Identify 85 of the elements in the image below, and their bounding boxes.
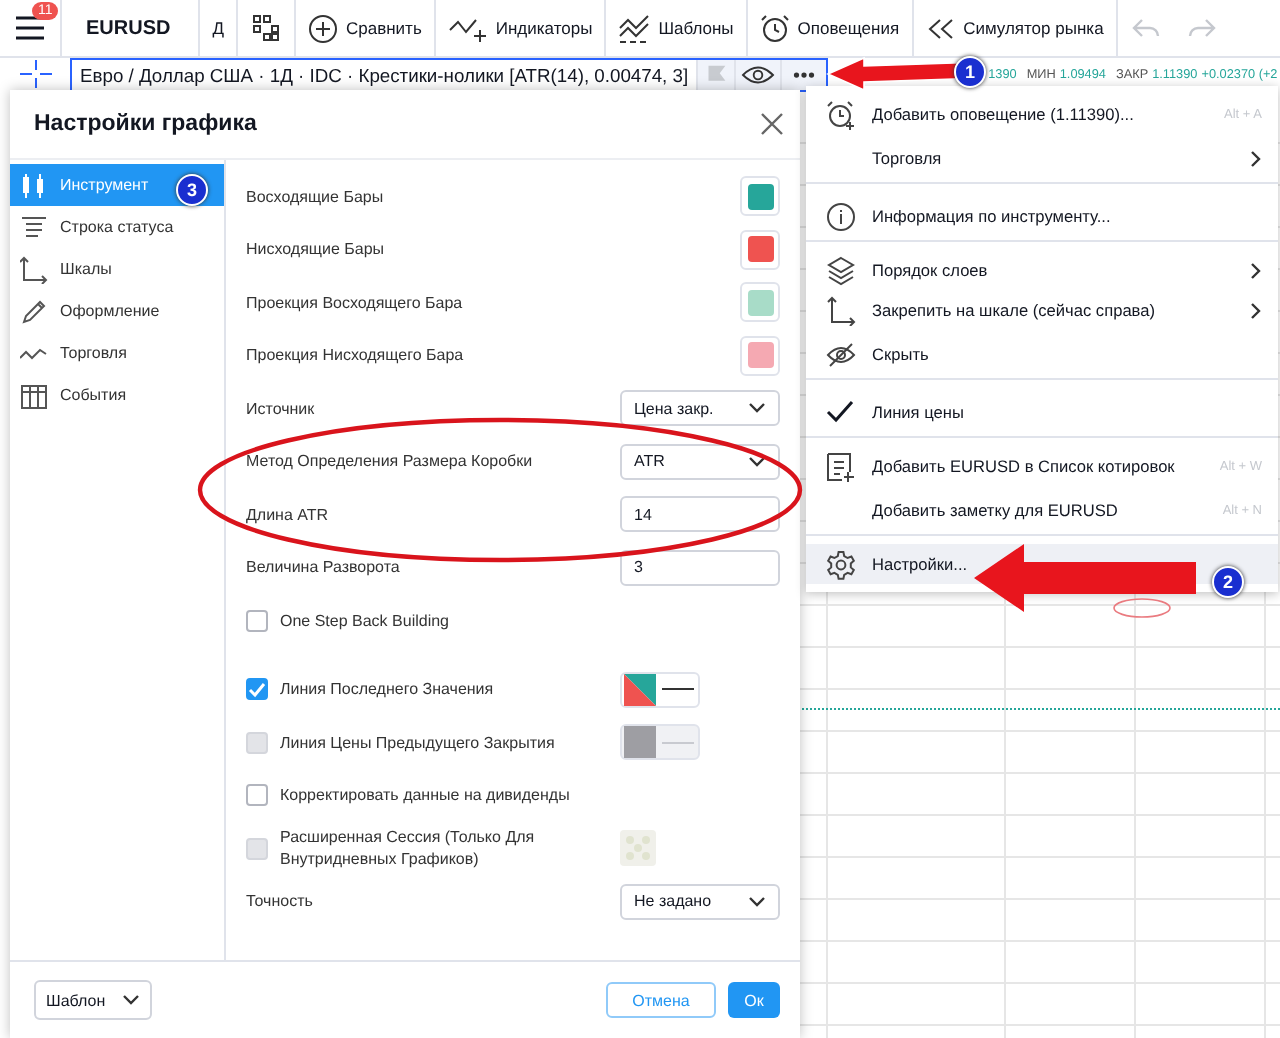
more-icon[interactable] [780,59,827,89]
interval-button[interactable]: Д [200,18,236,38]
color-swatch[interactable] [740,335,780,376]
lines-icon [20,213,48,241]
rewind-icon [925,13,956,43]
close-icon[interactable] [760,112,784,136]
input-field[interactable]: 3 [620,549,780,586]
highlight-ellipse [1113,598,1171,618]
color-swatch[interactable] [740,282,780,323]
color-swatch[interactable] [740,229,780,270]
chevron-down-icon [748,455,766,468]
step-badge: 1 [954,56,986,88]
calendar-icon [20,381,48,409]
redo-icon[interactable] [1187,16,1216,40]
settings-tab[interactable]: Торговля [10,332,224,374]
chevron-down-icon [121,994,140,1006]
toolbar-button[interactable]: Оповещения [747,13,912,43]
option-label: Метод Определения Размера Коробки [246,452,535,471]
option-label: Длина ATR [246,505,331,524]
option-label: Величина Разворота [246,558,402,577]
dropdown[interactable]: Не задано [620,883,780,920]
toolbar-button[interactable]: Симулятор рынка [913,13,1116,43]
info-icon [826,201,856,231]
menu-item[interactable]: Порядок слоев [806,250,1278,290]
checkbox[interactable] [246,609,268,632]
candles-icon [20,171,48,199]
option-label: Источник [246,399,317,418]
toolbar-button[interactable]: Шаблоны [606,13,746,43]
template-dropdown[interactable]: Шаблон [34,980,152,1020]
pattern-swatch[interactable] [620,830,656,867]
dropdown[interactable]: ATR [620,443,780,480]
line-style-swatch[interactable] [620,724,700,761]
axes-icon [20,255,48,283]
color-swatch[interactable] [740,176,780,217]
chevron-icon [1250,261,1262,279]
eye-icon[interactable] [734,59,781,89]
chevron-down-icon [748,895,766,908]
checkbox[interactable] [246,678,268,701]
pencil-icon [20,297,48,325]
option-label: Линия Последнего Значения [280,678,496,701]
symbol-button[interactable]: EURUSD [62,17,199,39]
menu-item[interactable]: Информация по инструменту... [806,192,1278,242]
flag-icon[interactable] [696,59,735,89]
input-field[interactable]: 14 [620,496,780,533]
line-style-swatch[interactable] [620,671,700,708]
option-label: Расширенная Сессия (Только Для Внутридневных Графиков) [280,826,537,871]
undo-icon[interactable] [1131,16,1160,40]
toolbar-button[interactable]: Сравнить [296,13,434,43]
chevron-down-icon [748,402,766,415]
hidden-eye-icon [826,339,856,369]
settings-tab[interactable]: Шкалы [10,248,224,290]
option-label: One Step Back Building [280,609,451,632]
step-badge: 2 [1212,566,1244,598]
settings-tab[interactable]: Строка статуса [10,206,224,248]
option-label: Проекция Нисходящего Бара [246,346,466,365]
checkbox[interactable] [246,784,268,807]
option-label: Корректировать данные на дивиденды [280,784,572,807]
toolbar-button[interactable]: Индикаторы [435,13,605,43]
chevron-icon [1250,301,1262,319]
settings-tab[interactable]: Оформление [10,290,224,332]
menu-item[interactable]: Линия цены [806,388,1278,438]
alarm-clock-icon [826,99,856,129]
alarm-clock-icon [759,13,790,43]
layers-icon [826,255,856,285]
option-label: Восходящие Бары [246,187,386,206]
dropdown[interactable]: Цена закр. [620,390,780,427]
option-label: Проекция Восходящего Бара [246,293,465,312]
list-add-icon [826,451,856,481]
menu-item[interactable]: Скрыть [806,330,1278,380]
chart-type-icon[interactable] [252,14,280,42]
dialog-title: Настройки графика [34,112,257,136]
option-label: Точность [246,892,315,911]
settings-icon [826,549,856,579]
menu-item[interactable]: Закрепить на шкале (сейчас справа) [806,290,1278,330]
crosshair-icon[interactable] [20,60,52,88]
check-icon [826,398,854,426]
axes-icon [826,295,856,325]
plus-circle-icon [308,13,338,43]
chevron-icon [1250,149,1262,167]
menu-icon[interactable] [16,16,44,40]
option-label: Нисходящие Бары [246,240,387,259]
settings-tab[interactable]: События [10,374,224,416]
menu-item[interactable]: Торговля [806,134,1278,184]
option-label: Линия Цены Предыдущего Закрытия [280,731,557,754]
templates-icon [618,13,651,43]
